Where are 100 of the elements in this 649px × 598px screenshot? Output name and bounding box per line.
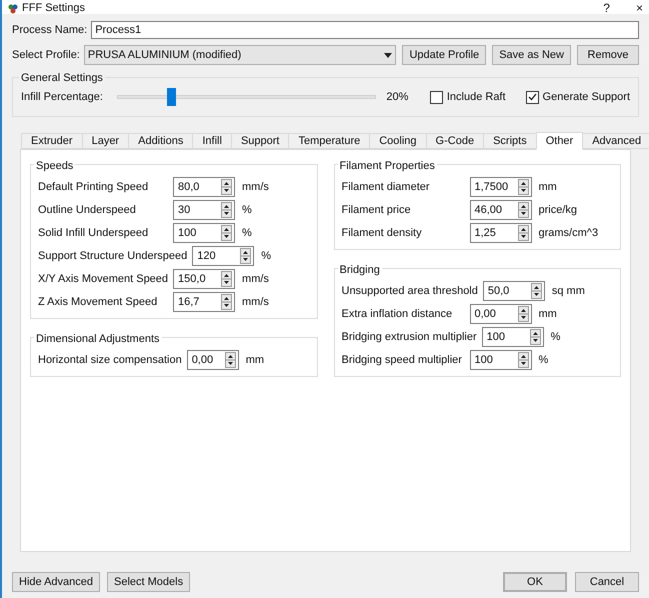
unit-label: % (261, 248, 271, 264)
unit-label: mm (538, 180, 557, 195)
spin-arrows-icon[interactable] (518, 225, 528, 241)
field-label: Select Profile: (12, 48, 80, 63)
spin-value: 1,25 (474, 226, 497, 241)
profile-dropdown[interactable]: PRUSA ALUMINIUM (modified) (84, 45, 396, 65)
unit-label: mm/s (242, 294, 269, 310)
group-title: Filament Properties (338, 158, 437, 174)
field-label: Filament diameter (342, 180, 431, 195)
spin-value: 0,00 (474, 306, 497, 322)
spin-box[interactable]: 150,0 (173, 269, 236, 289)
push-button[interactable]: Hide Advanced (12, 572, 100, 592)
tab[interactable]: Additions (128, 133, 194, 149)
tab[interactable]: Scripts (483, 133, 537, 149)
spin-arrows-icon[interactable] (221, 271, 232, 287)
spin-value: 30 (177, 202, 192, 218)
tab[interactable]: G-Code (426, 133, 484, 149)
spin-value: 100 (177, 226, 198, 241)
spin-arrows-icon[interactable] (518, 202, 528, 218)
tab[interactable]: Advanced (582, 133, 649, 149)
unit-label: % (242, 226, 252, 241)
push-button[interactable]: Save as New (492, 45, 571, 65)
group-title: Dimensional Adjustments (34, 331, 162, 348)
checkbox[interactable] (430, 90, 443, 104)
push-button[interactable]: Update Profile (402, 45, 486, 65)
spin-box[interactable]: 100 (173, 223, 235, 243)
spin-value: 0,00 (190, 352, 214, 368)
spin-box[interactable]: 16,7 (173, 292, 235, 312)
spin-arrows-icon[interactable] (240, 248, 252, 264)
spin-arrows-icon[interactable] (530, 283, 542, 299)
spin-box[interactable]: 50,0 (482, 281, 545, 301)
spin-arrows-icon[interactable] (224, 352, 236, 368)
field-label: Filament density (342, 226, 423, 241)
unit-label: mm/s (242, 180, 269, 195)
spin-box[interactable]: 0,00 (470, 304, 532, 324)
spin-value: 100 (474, 352, 494, 368)
spin-box[interactable]: 100 (482, 327, 544, 347)
spin-arrows-icon[interactable] (530, 329, 541, 345)
unit-label: sq mm (552, 284, 585, 299)
tab[interactable]: Infill (192, 133, 232, 149)
push-button[interactable]: OK (503, 572, 567, 592)
slider-track[interactable] (116, 88, 376, 106)
unit-label: grams/cm^3 (538, 226, 598, 241)
process-name-field[interactable]: Process1 (91, 21, 639, 39)
spin-value: 100 (486, 330, 506, 345)
spin-arrows-icon[interactable] (518, 179, 528, 195)
checkbox-label: Generate Support (542, 90, 630, 105)
field-label: Process Name: (12, 22, 88, 38)
field-label: Bridging speed multiplier (342, 352, 463, 368)
spin-arrows-icon[interactable] (518, 352, 528, 368)
unit-label: mm (246, 352, 264, 368)
slider-thumb[interactable] (167, 88, 176, 106)
field-label: Z Axis Movement Speed (38, 294, 158, 310)
group-title: General Settings (19, 70, 105, 86)
title-bar-button[interactable]: ? (603, 2, 610, 14)
spin-arrows-icon[interactable] (518, 306, 528, 322)
field-label: Horizontal size compensation (38, 352, 182, 368)
tab[interactable]: Layer (82, 133, 130, 149)
spin-value: 16,7 (177, 294, 200, 310)
push-button[interactable]: Select Models (107, 572, 190, 592)
tab[interactable]: Temperature (288, 133, 370, 149)
checkbox-label: Include Raft (446, 90, 506, 105)
spin-arrows-icon[interactable] (221, 225, 232, 241)
push-button[interactable]: Remove (577, 45, 639, 65)
tab[interactable]: Cooling (369, 133, 427, 149)
tab[interactable]: Other (536, 132, 584, 150)
spin-box[interactable]: 120 (192, 246, 254, 266)
spin-box[interactable]: 0,00 (186, 350, 239, 370)
slider-reading: 20% (386, 90, 410, 105)
unit-label: % (538, 352, 548, 368)
tab[interactable]: Extruder (21, 133, 83, 149)
spin-box[interactable]: 1,7500 (470, 177, 532, 197)
spin-value: 80,0 (177, 180, 200, 195)
spin-value: 120 (196, 248, 217, 264)
title-bar-button[interactable]: × (636, 2, 643, 14)
spin-value: 46,00 (474, 202, 504, 218)
spin-box[interactable]: 100 (470, 350, 532, 370)
unit-label: price/kg (538, 202, 578, 218)
unit-label: mm/s (242, 272, 269, 287)
group-title: Bridging (338, 262, 382, 278)
tab[interactable]: Support (230, 133, 290, 149)
push-button[interactable]: Cancel (575, 572, 639, 592)
spin-box[interactable]: 80,0 (173, 177, 235, 197)
field-label: Extra inflation distance (342, 306, 454, 322)
field-label: X/Y Axis Movement Speed (38, 272, 168, 287)
spin-value: 150,0 (177, 272, 207, 287)
field-label: Filament price (342, 202, 412, 218)
checkbox[interactable] (526, 90, 539, 104)
field-label: Infill Percentage: (21, 90, 103, 105)
spin-arrows-icon[interactable] (221, 202, 232, 218)
unit-label: % (550, 330, 560, 345)
app-logo-icon (8, 4, 18, 14)
spin-arrows-icon[interactable] (221, 179, 232, 195)
spin-arrows-icon[interactable] (221, 294, 232, 310)
spin-box[interactable]: 30 (173, 200, 235, 220)
spin-box[interactable]: 46,00 (470, 200, 532, 220)
caret-icon (384, 52, 392, 58)
spin-box[interactable]: 1,25 (470, 223, 532, 243)
spin-value: 1,7500 (474, 180, 510, 195)
unit-label: mm (538, 306, 557, 322)
